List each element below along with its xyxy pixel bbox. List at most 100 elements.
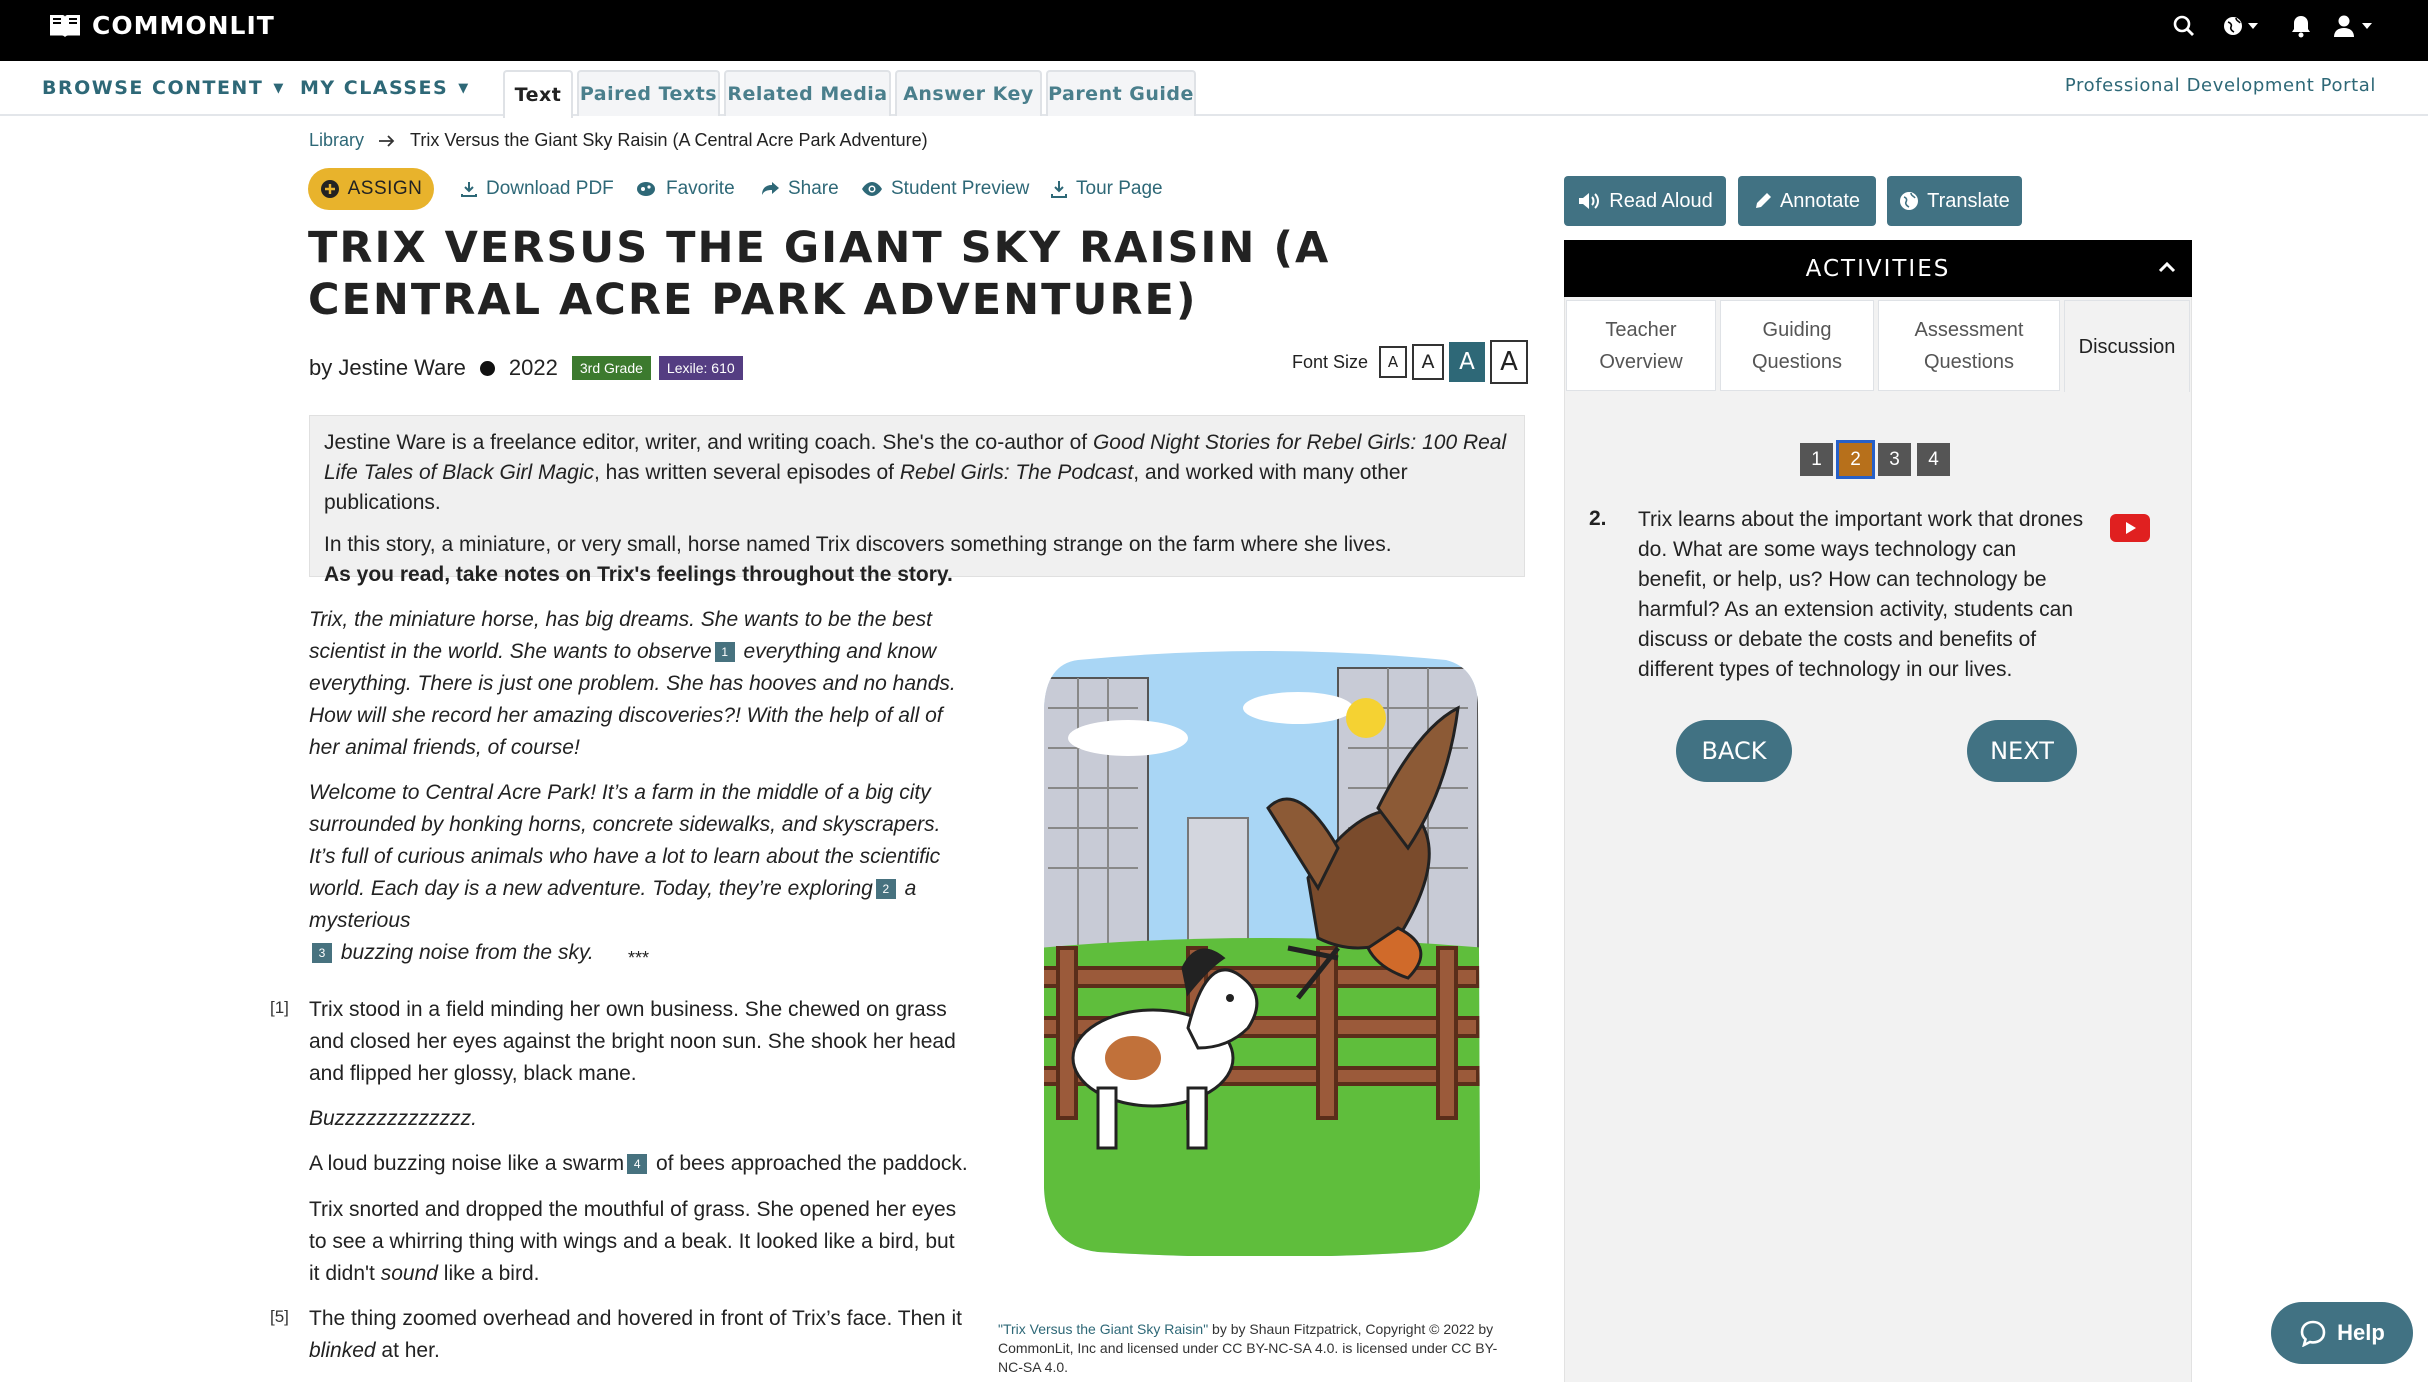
caret-down-icon: ▼ xyxy=(273,80,285,96)
tab-paired-texts[interactable]: Paired Texts xyxy=(577,70,720,116)
year: 2022 xyxy=(508,355,558,380)
intro-summary-text: In this story, a miniature, or very smal… xyxy=(324,533,1392,556)
arrow-right-icon xyxy=(378,134,396,148)
footnote-marker[interactable]: 3 xyxy=(312,943,332,964)
tab-parent-guide[interactable]: Parent Guide xyxy=(1046,70,1196,116)
help-button[interactable]: Help xyxy=(2271,1302,2413,1364)
intro-text: Jestine Ware is a freelance editor, writ… xyxy=(324,431,1093,454)
read-aloud-button[interactable]: Read Aloud xyxy=(1564,176,1726,226)
grade-badge: 3rd Grade xyxy=(571,356,651,380)
paragraph-number: [5] xyxy=(270,1307,289,1326)
share-label: Share xyxy=(788,178,839,199)
activities-title: ACTIVITIES xyxy=(1805,255,1951,282)
youtube-video-icon[interactable] xyxy=(2110,514,2150,542)
back-button[interactable]: BACK xyxy=(1676,720,1792,782)
story-paragraph: The thing zoomed overhead and hovered in… xyxy=(309,1303,969,1367)
my-classes-label: MY CLASSES xyxy=(300,77,449,99)
font-size-xsmall-button[interactable]: A xyxy=(1379,346,1408,378)
book-icon xyxy=(48,12,82,38)
story-text: A loud buzzing noise like a swarm xyxy=(309,1152,625,1175)
download-pdf-label: Download PDF xyxy=(486,178,614,199)
globe-language-icon[interactable] xyxy=(2222,12,2262,40)
story-text: like a bird. xyxy=(437,1262,540,1285)
tab-text[interactable]: Text xyxy=(503,70,573,118)
story-text: buzzing noise from the sky. xyxy=(335,941,594,964)
pencil-icon xyxy=(1754,192,1772,210)
story-paragraph: Trix stood in a field minding her own bu… xyxy=(309,998,956,1085)
search-icon[interactable] xyxy=(2172,12,2196,40)
story-intro-paragraph: Trix, the miniature horse, has big dream… xyxy=(309,604,969,764)
download-pdf-link[interactable]: Download PDF xyxy=(460,178,614,200)
breadcrumb: Library Trix Versus the Giant Sky Raisin… xyxy=(309,130,928,151)
translate-button[interactable]: Translate xyxy=(1887,176,2022,226)
pd-portal-link[interactable]: Professional Development Portal xyxy=(2065,75,2376,96)
story-illustration xyxy=(1038,648,1486,1256)
question-number-button-selected[interactable]: 2 xyxy=(1836,440,1875,479)
chevron-up-icon[interactable] xyxy=(2156,256,2178,278)
share-link[interactable]: Share xyxy=(760,178,839,200)
font-size-medium-button[interactable]: A xyxy=(1449,342,1486,382)
bell-icon[interactable] xyxy=(2290,12,2312,40)
plus-circle-icon xyxy=(320,179,340,199)
tab-discussion[interactable]: Discussion xyxy=(2064,300,2190,392)
intro-reading-instruction: As you read, take notes on Trix's feelin… xyxy=(324,563,953,586)
font-size-large-button[interactable]: A xyxy=(1490,340,1529,384)
download-icon xyxy=(460,180,478,198)
tab-guiding-questions[interactable]: Guiding Questions xyxy=(1720,300,1874,391)
footnote-marker[interactable]: 1 xyxy=(714,642,735,663)
share-icon xyxy=(760,180,780,198)
intro-text: , has written several episodes of xyxy=(594,461,900,484)
tab-label: Guiding Questions xyxy=(1751,318,1843,373)
activities-header[interactable]: ACTIVITIES xyxy=(1564,240,2192,297)
tab-answer-key[interactable]: Answer Key xyxy=(895,70,1042,116)
illustration-caption: "Trix Versus the Giant Sky Raisin" by by… xyxy=(998,1320,1518,1377)
page-title: TRIX VERSUS THE GIANT SKY RAISIN (A CENT… xyxy=(308,223,1331,325)
paragraph-number: [1] xyxy=(270,998,289,1017)
favorite-icon xyxy=(636,180,658,198)
tab-related-media[interactable]: Related Media xyxy=(724,70,891,116)
breadcrumb-current: Trix Versus the Giant Sky Raisin (A Cent… xyxy=(410,130,928,150)
story-text: of bees approached the paddock. xyxy=(650,1152,968,1175)
read-aloud-label: Read Aloud xyxy=(1609,189,1713,212)
question-number-button[interactable]: 1 xyxy=(1800,443,1833,476)
footnote-marker[interactable]: 2 xyxy=(875,879,896,900)
tab-label: Discussion xyxy=(2078,335,2176,358)
user-account-icon[interactable] xyxy=(2332,12,2376,40)
my-classes-dropdown[interactable]: MY CLASSES ▼ xyxy=(300,77,470,99)
question-number-button[interactable]: 3 xyxy=(1878,443,1911,476)
top-bar: COMMONLIT xyxy=(0,0,2428,61)
student-preview-link[interactable]: Student Preview xyxy=(861,178,1029,200)
browse-content-label: BROWSE CONTENT xyxy=(42,77,264,99)
intro-summary: In this story, a miniature, or very smal… xyxy=(324,530,1510,590)
tour-page-link[interactable]: Tour Page xyxy=(1050,178,1163,200)
caption-link[interactable]: "Trix Versus the Giant Sky Raisin" xyxy=(998,1321,1208,1337)
next-button[interactable]: NEXT xyxy=(1967,720,2077,782)
commonlit-logo[interactable]: COMMONLIT xyxy=(48,10,275,40)
question-number-button[interactable]: 4 xyxy=(1917,443,1950,476)
globe-icon xyxy=(1899,191,1919,211)
tour-icon xyxy=(1050,180,1068,198)
eye-icon xyxy=(861,181,883,197)
favorite-link[interactable]: Favorite xyxy=(636,178,735,200)
tab-label: Teacher Overview xyxy=(1599,318,1683,373)
story-paragraph: A loud buzzing noise like a swarm 4 of be… xyxy=(309,1148,969,1180)
intro-author-bio: Jestine Ware is a freelance editor, writ… xyxy=(324,428,1510,518)
assign-button[interactable]: ASSIGN xyxy=(308,168,434,210)
annotate-button[interactable]: Annotate xyxy=(1738,176,1876,226)
font-size-control: Font Size A A A A xyxy=(1292,340,1529,384)
breadcrumb-library-link[interactable]: Library xyxy=(309,130,364,151)
font-size-label: Font Size xyxy=(1292,351,1369,372)
story-text: Welcome to Central Acre Park! It’s a far… xyxy=(309,781,941,900)
tab-assessment-questions[interactable]: Assessment Questions xyxy=(1878,300,2060,391)
browse-content-dropdown[interactable]: BROWSE CONTENT ▼ xyxy=(42,77,285,99)
intro-podcast-title: Rebel Girls: The Podcast xyxy=(899,461,1134,484)
help-label: Help xyxy=(2337,1320,2385,1345)
logo-text: COMMONLIT xyxy=(92,10,275,40)
story-intro-paragraph: Welcome to Central Acre Park! It’s a far… xyxy=(309,777,969,969)
lexile-badge: Lexile: 610 xyxy=(658,356,743,380)
tab-teacher-overview[interactable]: Teacher Overview xyxy=(1566,300,1716,391)
footnote-marker[interactable]: 4 xyxy=(627,1154,648,1175)
font-size-small-button[interactable]: A xyxy=(1412,344,1445,380)
story-paragraph: Buzzzzzzzzzzzzz. xyxy=(309,1107,478,1130)
tab-label: Assessment Questions xyxy=(1914,318,2024,373)
